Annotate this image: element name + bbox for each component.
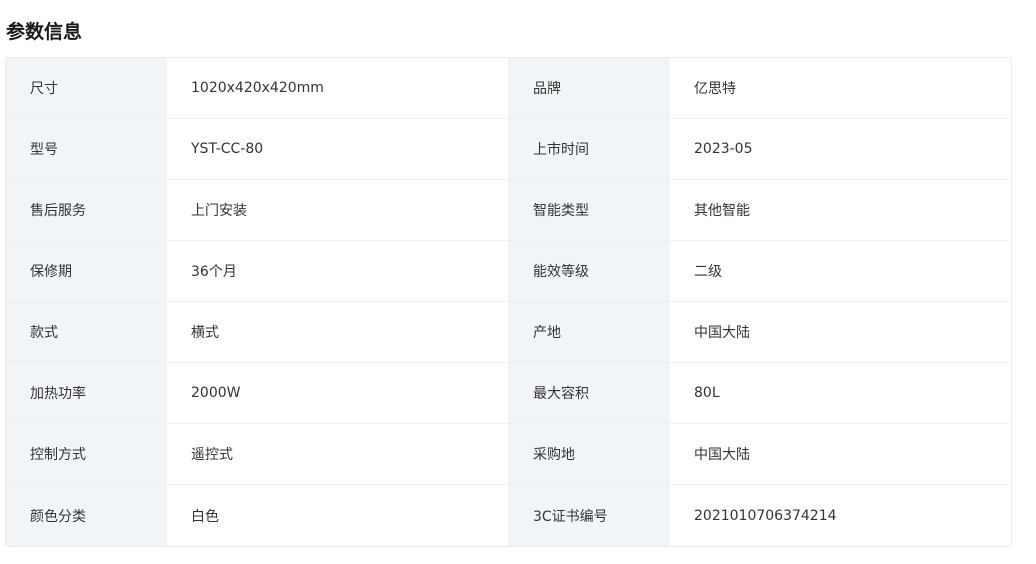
param-label: 尺寸 <box>6 58 167 119</box>
param-value: 2021010706374214 <box>670 485 1011 546</box>
param-label: 3C证书编号 <box>509 485 670 546</box>
param-value: 1020x420x420mm <box>167 58 509 119</box>
param-value: 亿思特 <box>670 58 1011 119</box>
param-label: 颜色分类 <box>6 485 167 546</box>
param-label: 最大容积 <box>509 363 670 424</box>
param-label: 售后服务 <box>6 180 167 241</box>
section-title: 参数信息 <box>6 21 83 43</box>
param-label: 上市时间 <box>509 119 670 180</box>
param-value: 中国大陆 <box>670 424 1011 485</box>
param-label: 采购地 <box>509 424 670 485</box>
param-label: 型号 <box>6 119 167 180</box>
param-value: 2023-05 <box>670 119 1011 180</box>
param-label: 款式 <box>6 302 167 363</box>
param-label: 产地 <box>509 302 670 363</box>
param-value: 二级 <box>670 241 1011 302</box>
param-label: 能效等级 <box>509 241 670 302</box>
param-value: 横式 <box>167 302 509 363</box>
param-value: 80L <box>670 363 1011 424</box>
param-label: 控制方式 <box>6 424 167 485</box>
params-table: 尺寸 1020x420x420mm 品牌 亿思特 型号 YST-CC-80 上市… <box>5 57 1012 547</box>
param-label: 保修期 <box>6 241 167 302</box>
param-value: YST-CC-80 <box>167 119 509 180</box>
param-label: 品牌 <box>509 58 670 119</box>
param-value: 2000W <box>167 363 509 424</box>
param-value: 36个月 <box>167 241 509 302</box>
param-label: 智能类型 <box>509 180 670 241</box>
param-value: 其他智能 <box>670 180 1011 241</box>
param-value: 白色 <box>167 485 509 546</box>
param-value: 中国大陆 <box>670 302 1011 363</box>
param-value: 遥控式 <box>167 424 509 485</box>
param-label: 加热功率 <box>6 363 167 424</box>
param-value: 上门安装 <box>167 180 509 241</box>
